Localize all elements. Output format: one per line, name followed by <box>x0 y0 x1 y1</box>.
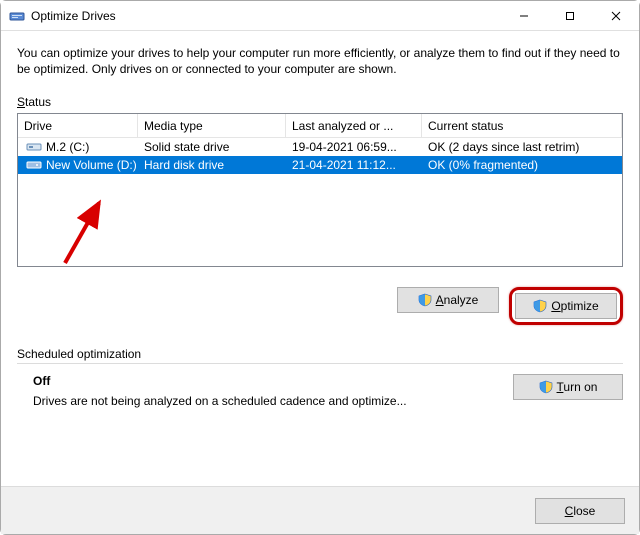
minimize-icon <box>519 11 529 21</box>
close-button[interactable]: Close <box>535 498 625 524</box>
action-buttons: Analyze Optimize <box>17 287 623 325</box>
scheduled-optimization-heading: Scheduled optimization <box>17 347 623 361</box>
optimize-highlight-annotation: Optimize <box>509 287 623 325</box>
column-media[interactable]: Media type <box>138 114 286 137</box>
divider <box>17 363 623 364</box>
window-title: Optimize Drives <box>31 9 116 23</box>
drive-row[interactable]: M.2 (C:) Solid state drive 19-04-2021 06… <box>18 138 622 156</box>
close-window-button[interactable] <box>593 1 639 31</box>
drives-list-header[interactable]: Drive Media type Last analyzed or ... Cu… <box>18 114 622 138</box>
drive-name: M.2 (C:) <box>46 140 89 154</box>
status-label: Status <box>17 95 623 109</box>
drive-status: OK (2 days since last retrim) <box>422 140 622 154</box>
turn-on-button[interactable]: Turn on <box>513 374 623 400</box>
scheduled-optimization-section: Off Drives are not being analyzed on a s… <box>17 374 623 408</box>
drive-last: 21-04-2021 11:12... <box>286 158 422 172</box>
drive-media: Hard disk drive <box>138 158 286 172</box>
drive-last: 19-04-2021 06:59... <box>286 140 422 154</box>
ssd-drive-icon <box>26 141 42 153</box>
schedule-description: Drives are not being analyzed on a sched… <box>33 394 513 408</box>
maximize-icon <box>565 11 575 21</box>
app-icon <box>9 8 25 24</box>
drive-name: New Volume (D:) <box>46 158 137 172</box>
footer: Close <box>1 486 639 534</box>
drives-list[interactable]: Drive Media type Last analyzed or ... Cu… <box>17 113 623 267</box>
minimize-button[interactable] <box>501 1 547 31</box>
column-drive[interactable]: Drive <box>18 114 138 137</box>
shield-icon <box>418 293 432 307</box>
close-icon <box>611 11 621 21</box>
hdd-drive-icon <box>26 159 42 171</box>
column-last-analyzed[interactable]: Last analyzed or ... <box>286 114 422 137</box>
maximize-button[interactable] <box>547 1 593 31</box>
titlebar: Optimize Drives <box>1 1 639 31</box>
shield-icon <box>539 380 553 394</box>
schedule-state: Off <box>33 374 513 388</box>
drive-media: Solid state drive <box>138 140 286 154</box>
optimize-button[interactable]: Optimize <box>515 293 617 319</box>
shield-icon <box>533 299 547 313</box>
intro-text: You can optimize your drives to help you… <box>17 45 623 77</box>
drive-row[interactable]: New Volume (D:) Hard disk drive 21-04-20… <box>18 156 622 174</box>
drive-status: OK (0% fragmented) <box>422 158 622 172</box>
column-current-status[interactable]: Current status <box>422 114 622 137</box>
analyze-button[interactable]: Analyze <box>397 287 499 313</box>
content-area: You can optimize your drives to help you… <box>1 31 639 420</box>
